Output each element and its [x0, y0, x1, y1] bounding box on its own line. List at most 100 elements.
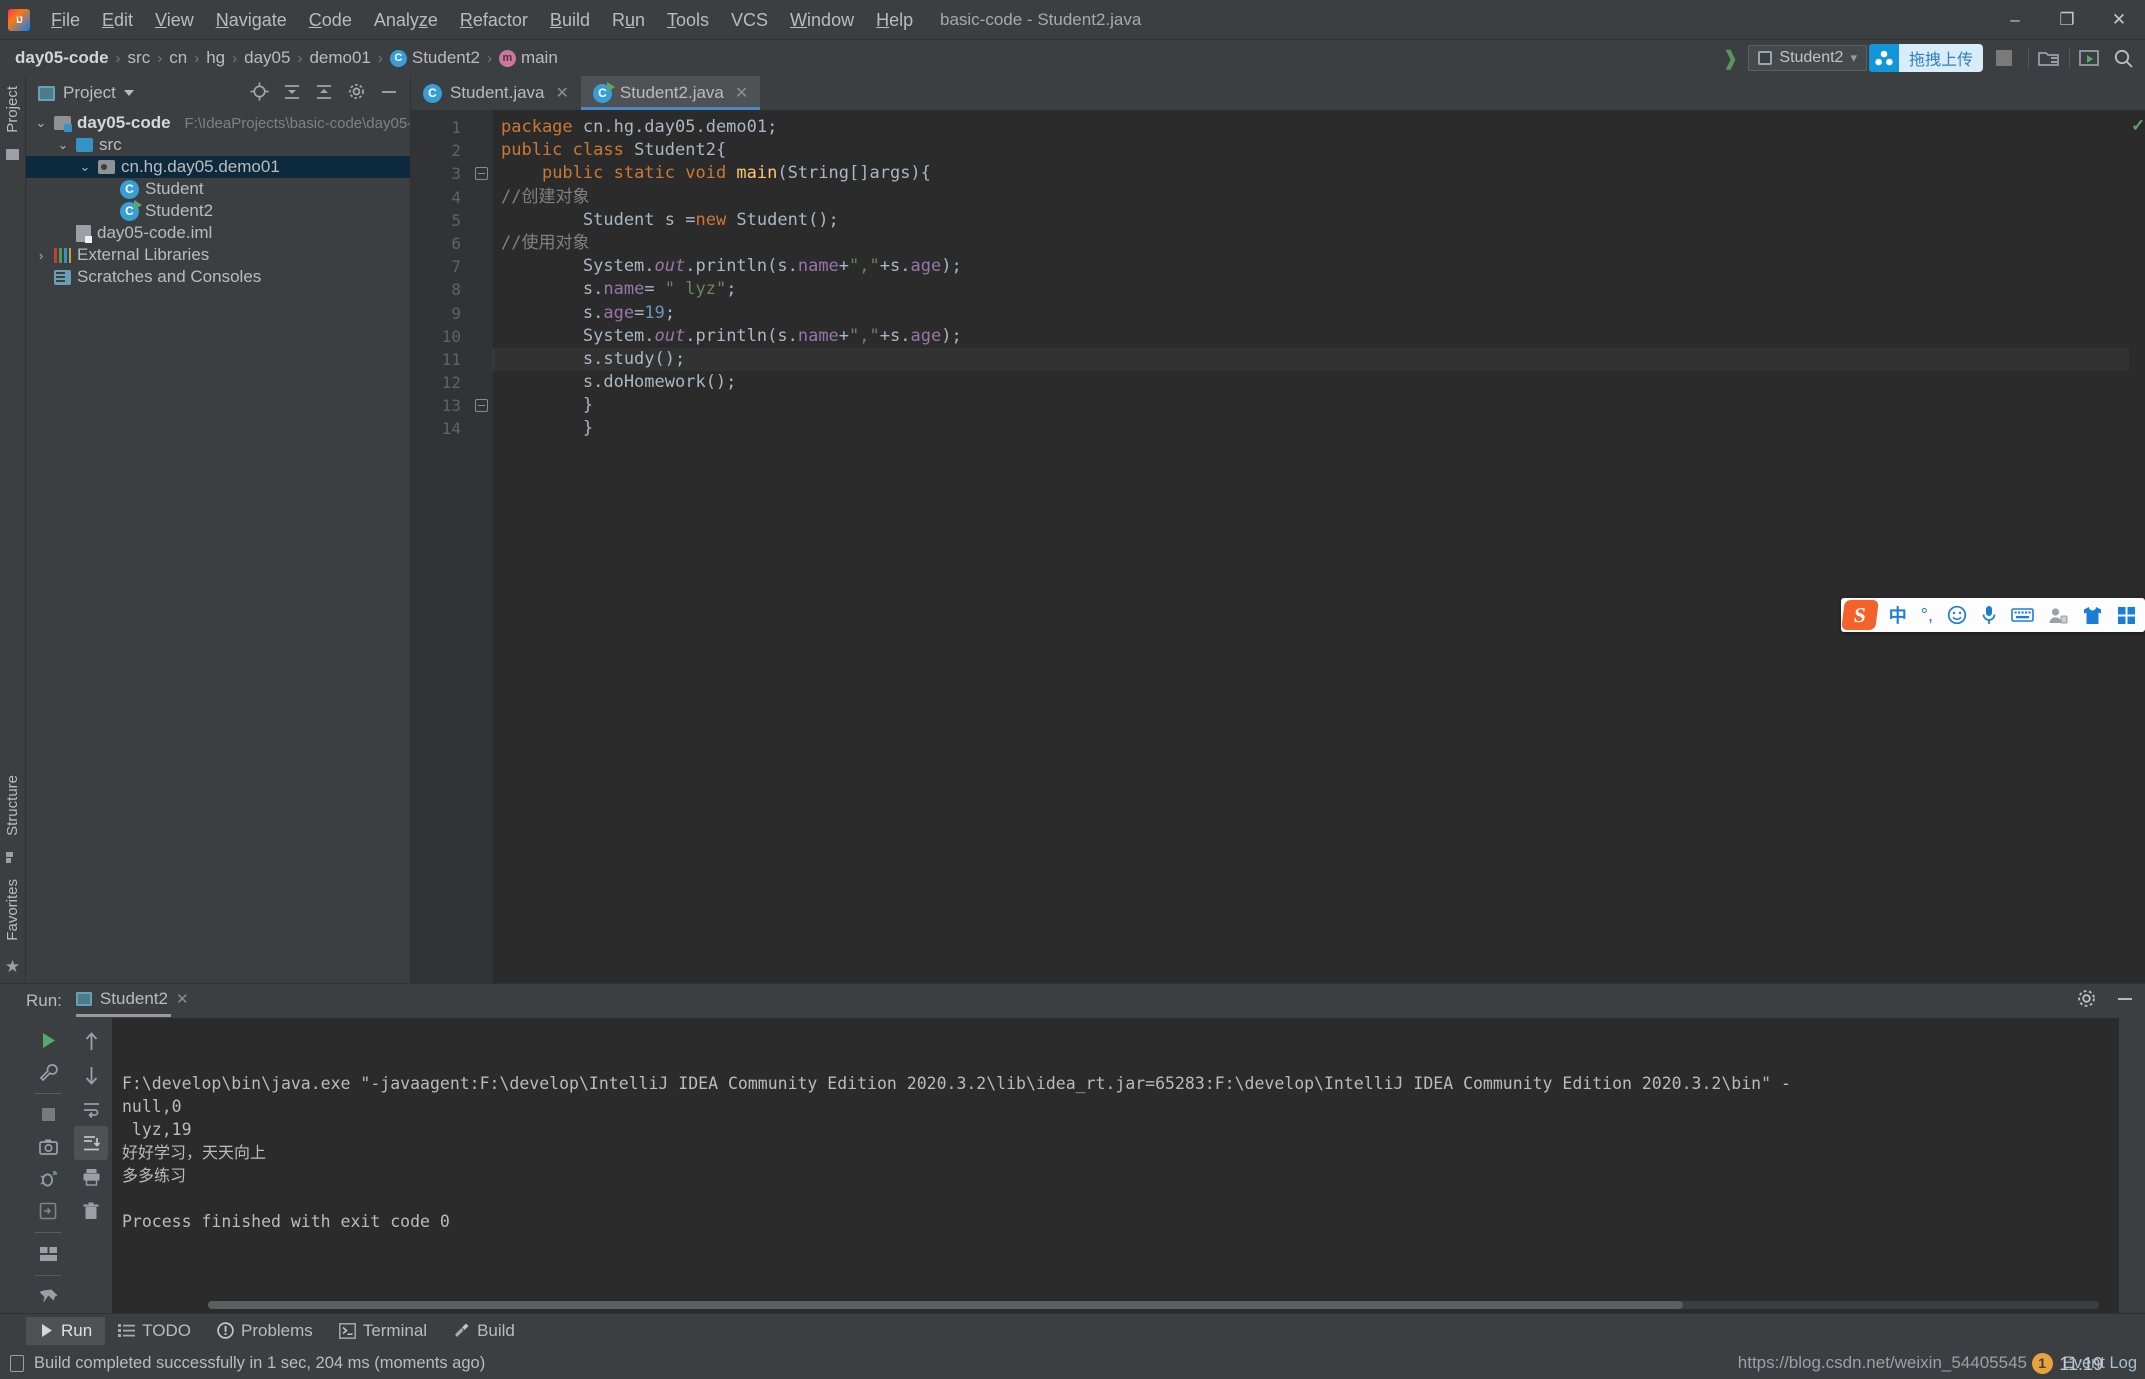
menu-vcs[interactable]: VCS [720, 5, 779, 35]
code-line[interactable]: s.study(); [493, 347, 2129, 372]
code-editor[interactable]: 1 2 3 4 5 6 7 8 9 10 11 12 13 14 package cn.hg.day05.… [411, 110, 2145, 983]
tree-node-student[interactable]: C Student [26, 178, 410, 200]
fold-collapse-icon[interactable] [475, 399, 488, 413]
line-number[interactable]: 8 [411, 278, 471, 301]
menu-code[interactable]: Code [298, 5, 363, 35]
tool-window-button-todo[interactable]: TODO [105, 1317, 204, 1345]
tool-window-button-terminal[interactable]: Terminal [326, 1317, 440, 1345]
search-everywhere-icon[interactable] [2107, 43, 2141, 73]
chevron-down-icon[interactable] [123, 90, 134, 96]
tree-node-day05-code[interactable]: ⌄ day05-code F:\IdeaProjects\basic-code\da… [26, 112, 410, 134]
breadcrumb-item-day05-code[interactable]: day05-code [10, 46, 114, 70]
breadcrumb-item-student2[interactable]: C Student2 [385, 46, 485, 70]
code-line[interactable]: } [493, 394, 2129, 417]
hide-panel-icon[interactable] [2115, 989, 2135, 1014]
breadcrumb-item-day05[interactable]: day05 [239, 46, 295, 70]
breadcrumb-item-demo01[interactable]: demo01 [304, 46, 375, 70]
rerun-icon[interactable] [31, 1024, 65, 1056]
chevron-down-icon[interactable]: ⌄ [56, 137, 70, 153]
menu-file[interactable]: File [40, 5, 91, 35]
tool-tab-project[interactable]: Project [4, 82, 21, 137]
tool-window-button-run[interactable]: Run [26, 1316, 106, 1345]
line-number[interactable]: 2 [411, 139, 489, 162]
code-line[interactable]: s.age=19; [493, 302, 2129, 325]
user-account-icon[interactable] [2041, 606, 2075, 625]
ime-mode-chinese-icon[interactable]: 中 [1882, 602, 1914, 628]
breadcrumb-item-main[interactable]: m main [494, 46, 563, 70]
stop-icon[interactable] [1996, 50, 2012, 66]
line-number[interactable]: 1 [411, 116, 471, 139]
microphone-icon[interactable] [1974, 605, 2004, 626]
project-folder-icon[interactable] [6, 148, 19, 160]
breadcrumb-item-cn[interactable]: cn [164, 46, 192, 70]
tree-node-cn-hg-day05-demo01[interactable]: ⌄ cn.hg.day05.demo01 [26, 156, 410, 178]
close-icon[interactable]: ✕ [176, 990, 189, 1008]
menu-view[interactable]: View [144, 5, 205, 35]
print-icon[interactable] [74, 1160, 108, 1194]
code-content[interactable]: package cn.hg.day05.demo01; public class … [493, 110, 2129, 983]
hammer-icon[interactable]: ❰ [1712, 46, 1749, 71]
code-line[interactable]: //使用对象 [493, 232, 2129, 255]
code-line[interactable]: } [493, 417, 2129, 440]
code-line[interactable]: System.out.println(s.name+","+s.age); [493, 325, 2129, 348]
code-line[interactable]: //创建对象 [493, 186, 2129, 209]
line-number[interactable]: 14 [411, 417, 471, 440]
project-structure-icon[interactable] [2032, 43, 2066, 73]
scroll-to-end-icon[interactable] [74, 1126, 108, 1160]
scroll-down-icon[interactable] [74, 1058, 108, 1092]
close-icon[interactable]: ✕ [556, 83, 569, 103]
chevron-down-icon[interactable]: ⌄ [78, 159, 92, 175]
code-line[interactable]: Student s =new Student(); [493, 209, 2129, 232]
menu-tools[interactable]: Tools [656, 5, 720, 35]
breadcrumb[interactable]: day05-code › src › cn › hg › day05 › demo01 › C Stude… [10, 46, 563, 70]
drag-upload-badge[interactable]: 拖拽上传 [1868, 44, 1983, 72]
minimize-button[interactable]: – [1989, 0, 2041, 40]
stop-icon[interactable] [31, 1099, 65, 1131]
fold-collapse-icon[interactable] [475, 167, 488, 181]
maximize-button[interactable]: ❐ [2041, 0, 2093, 40]
code-line[interactable]: public static void main(String[]args){ [493, 162, 2129, 185]
layout-icon[interactable] [31, 1238, 65, 1270]
menu-bar[interactable]: File Edit View Navigate Code Analyze Refactor B… [40, 5, 924, 35]
chevron-down-icon[interactable]: ⌄ [34, 115, 48, 131]
close-button[interactable]: ✕ [2093, 0, 2145, 40]
line-number[interactable]: 5 [411, 209, 471, 232]
settings-gear-icon[interactable] [2076, 988, 2097, 1014]
hide-panel-icon[interactable] [380, 83, 398, 104]
line-number[interactable]: 7 [411, 255, 471, 278]
code-line[interactable]: public class Student2{ [493, 139, 2129, 162]
sogou-logo-icon[interactable]: S [1840, 600, 1879, 630]
breadcrumb-item-src[interactable]: src [123, 46, 156, 70]
breadcrumb-item-hg[interactable]: hg [201, 46, 230, 70]
tree-node-external-libraries[interactable]: › External Libraries [26, 244, 410, 266]
scroll-up-icon[interactable] [74, 1024, 108, 1058]
tree-node-scratches-and-consoles[interactable]: Scratches and Consoles [26, 266, 410, 288]
tree-node-day05-code-iml[interactable]: day05-code.iml [26, 222, 410, 244]
run-tab-student2[interactable]: Student2 ✕ [75, 989, 189, 1017]
code-line[interactable]: System.out.println(s.name+","+s.age); [493, 255, 2129, 278]
menu-refactor[interactable]: Refactor [449, 5, 539, 35]
tree-node-student2[interactable]: C Student2 [26, 199, 410, 222]
line-number[interactable]: 4 [411, 186, 471, 209]
chevron-right-icon[interactable]: › [34, 248, 48, 263]
sogou-ime-toolbar[interactable]: S 中 °, [1840, 598, 2145, 632]
line-number[interactable]: 10 [411, 325, 471, 348]
camera-icon[interactable] [31, 1131, 65, 1163]
keyboard-icon[interactable] [2004, 607, 2041, 623]
menu-build[interactable]: Build [539, 5, 601, 35]
close-icon[interactable]: ✕ [735, 83, 748, 103]
code-line[interactable]: package cn.hg.day05.demo01; [493, 116, 2129, 139]
inspection-marker-strip[interactable]: ✓ [2129, 110, 2145, 983]
structure-icon[interactable] [6, 852, 19, 864]
import-icon[interactable] [31, 1195, 65, 1227]
console-output[interactable]: F:\develop\bin\java.exe "-javaagent:F:\d… [112, 1018, 2119, 1313]
menu-window[interactable]: Window [779, 5, 865, 35]
debugger-icon[interactable] [31, 1163, 65, 1195]
line-number[interactable]: 13 [411, 394, 471, 417]
console-horizontal-scrollbar[interactable] [208, 1301, 2099, 1309]
skin-theme-icon[interactable] [2075, 606, 2110, 625]
ime-emoji-icon[interactable] [1940, 605, 1974, 625]
line-number[interactable]: 3 [411, 162, 489, 185]
soft-wrap-icon[interactable] [74, 1092, 108, 1126]
apps-grid-icon[interactable] [2110, 606, 2143, 625]
